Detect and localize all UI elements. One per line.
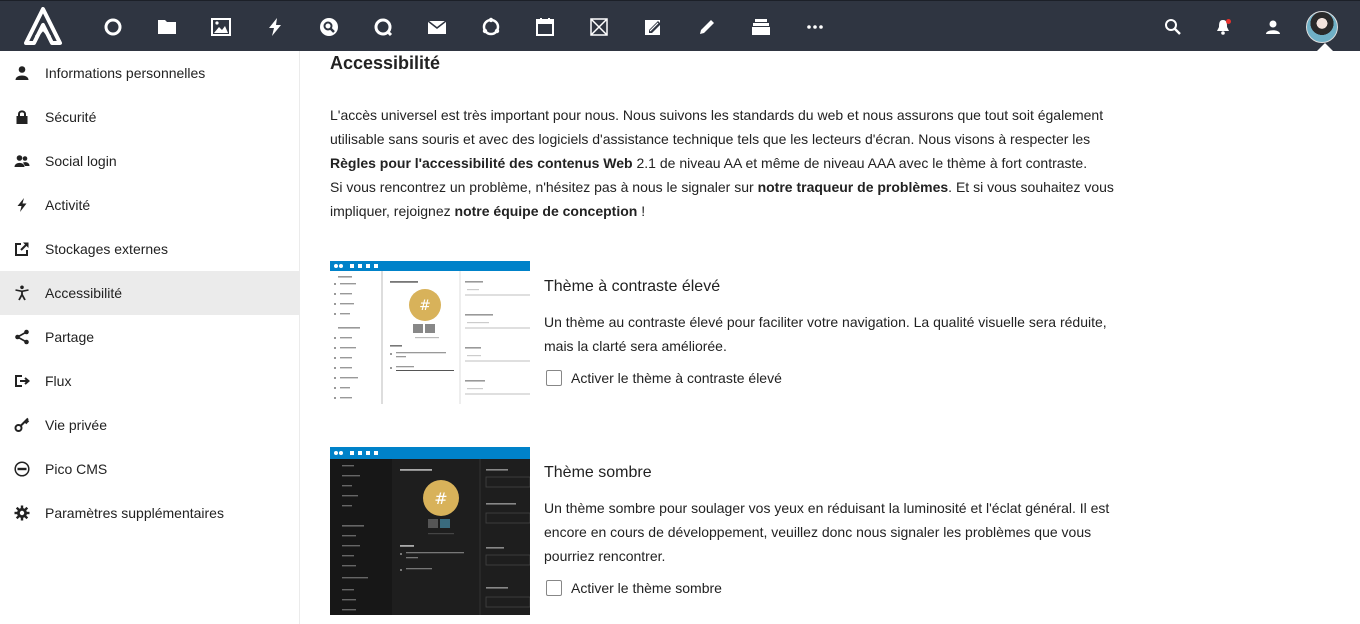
sidebar-item-label: Pico CMS	[45, 461, 108, 477]
sidebar-item-activite[interactable]: Activité	[0, 183, 299, 227]
intro-text-part: !	[637, 203, 646, 219]
notifications-icon[interactable]	[1198, 1, 1248, 52]
sidebar-item-label: Flux	[45, 373, 72, 389]
top-header	[0, 0, 1360, 52]
dashboard-icon[interactable]	[86, 1, 140, 52]
deck-icon[interactable]	[572, 1, 626, 52]
notes-icon[interactable]	[626, 1, 680, 52]
flux-icon	[14, 373, 30, 389]
issue-tracker-link[interactable]: notre traqueur de problèmes	[758, 179, 949, 195]
checkbox-label[interactable]: Activer le thème sombre	[571, 580, 722, 596]
accessibility-icon	[14, 285, 30, 301]
high-contrast-checkbox-row[interactable]: Activer le thème à contraste élevé	[544, 370, 1124, 386]
menu-caret	[1316, 43, 1334, 52]
more-icon[interactable]	[788, 1, 842, 52]
photos-icon[interactable]	[194, 1, 248, 52]
avatar[interactable]	[1306, 10, 1338, 43]
theme-title: Thème à contraste élevé	[544, 278, 721, 295]
theme-title: Thème sombre	[544, 464, 652, 481]
sidebar-item-label: Accessibilité	[45, 285, 123, 301]
high-contrast-info: Thème à contraste élevé Un thème au cont…	[544, 261, 1124, 386]
mail-icon[interactable]	[410, 1, 464, 52]
sidebar-item-partage[interactable]: Partage	[0, 315, 299, 359]
group-icon	[14, 153, 30, 169]
svg-text:#: #	[434, 489, 447, 508]
dark-theme-checkbox[interactable]	[546, 580, 562, 596]
intro-text-part: 2.1 de niveau AA et même de niveau AAA a…	[632, 155, 1088, 171]
wcag-link[interactable]: Règles pour l'accessibilité des contenus…	[330, 155, 633, 171]
settings-sidebar: Informations personnelles Sécurité Socia…	[0, 51, 300, 624]
key-icon	[14, 417, 30, 433]
pico-icon	[14, 461, 30, 477]
edit-icon[interactable]	[680, 1, 734, 52]
sidebar-item-parametres-supplementaires[interactable]: Paramètres supplémentaires	[0, 491, 299, 535]
sidebar-item-label: Sécurité	[45, 109, 97, 125]
app-logo-icon[interactable]	[22, 7, 64, 47]
theme-description: Un thème au contraste élevé pour facilit…	[544, 314, 1107, 354]
sidebar-item-vie-privee[interactable]: Vie privée	[0, 403, 299, 447]
user-icon	[14, 65, 30, 81]
theme-description: Un thème sombre pour soulager vos yeux e…	[544, 500, 1110, 564]
checkbox-label[interactable]: Activer le thème à contraste élevé	[571, 370, 782, 386]
page-title: Accessibilité	[330, 53, 441, 73]
sidebar-item-pico-cms[interactable]: Pico CMS	[0, 447, 299, 491]
sidebar-item-flux[interactable]: Flux	[0, 359, 299, 403]
sidebar-item-accessibilite[interactable]: Accessibilité	[0, 271, 299, 315]
stack-icon[interactable]	[734, 1, 788, 52]
files-icon[interactable]	[140, 1, 194, 52]
high-contrast-preview-image: #	[330, 261, 530, 404]
sidebar-item-label: Partage	[45, 329, 95, 345]
share-icon	[14, 329, 30, 345]
sync-icon[interactable]	[464, 1, 518, 52]
lock-icon	[14, 109, 30, 125]
sidebar-item-stockages-externes[interactable]: Stockages externes	[0, 227, 299, 271]
intro-text-part: L'accès universel est très important pou…	[330, 107, 1104, 147]
sidebar-item-label: Stockages externes	[45, 241, 168, 257]
notification-dot	[1226, 19, 1231, 24]
search-icon[interactable]	[1148, 1, 1198, 52]
sidebar-item-label: Informations personnelles	[45, 65, 206, 81]
activity-icon[interactable]	[248, 1, 302, 52]
talk-icon[interactable]	[356, 1, 410, 52]
calendar-icon[interactable]	[518, 1, 572, 52]
sidebar-item-label: Activité	[45, 197, 91, 213]
dark-theme-info: Thème sombre Un thème sombre pour soulag…	[544, 447, 1124, 596]
contacts-icon[interactable]	[1248, 1, 1298, 52]
dark-theme-preview-image: #	[330, 447, 530, 615]
sidebar-item-social-login[interactable]: Social login	[0, 139, 299, 183]
bolt-icon	[14, 197, 30, 213]
gear-icon	[14, 505, 30, 521]
intro-text: L'accès universel est très important pou…	[330, 103, 1130, 223]
external-icon	[14, 241, 30, 257]
search-app-icon[interactable]	[302, 1, 356, 52]
sidebar-item-label: Vie privée	[45, 417, 108, 433]
dark-theme-checkbox-row[interactable]: Activer le thème sombre	[544, 580, 1124, 596]
main-content: Accessibilité L'accès universel est très…	[330, 51, 1130, 615]
sidebar-item-securite[interactable]: Sécurité	[0, 95, 299, 139]
svg-text:#: #	[419, 298, 431, 314]
intro-text-part: Si vous rencontrez un problème, n'hésite…	[330, 179, 758, 195]
design-team-link[interactable]: notre équipe de conception	[455, 203, 638, 219]
sidebar-item-label: Social login	[45, 153, 117, 169]
sidebar-item-informations-personnelles[interactable]: Informations personnelles	[0, 51, 299, 95]
high-contrast-checkbox[interactable]	[546, 370, 562, 386]
app-menu	[86, 1, 842, 52]
sidebar-item-label: Paramètres supplémentaires	[45, 505, 224, 521]
